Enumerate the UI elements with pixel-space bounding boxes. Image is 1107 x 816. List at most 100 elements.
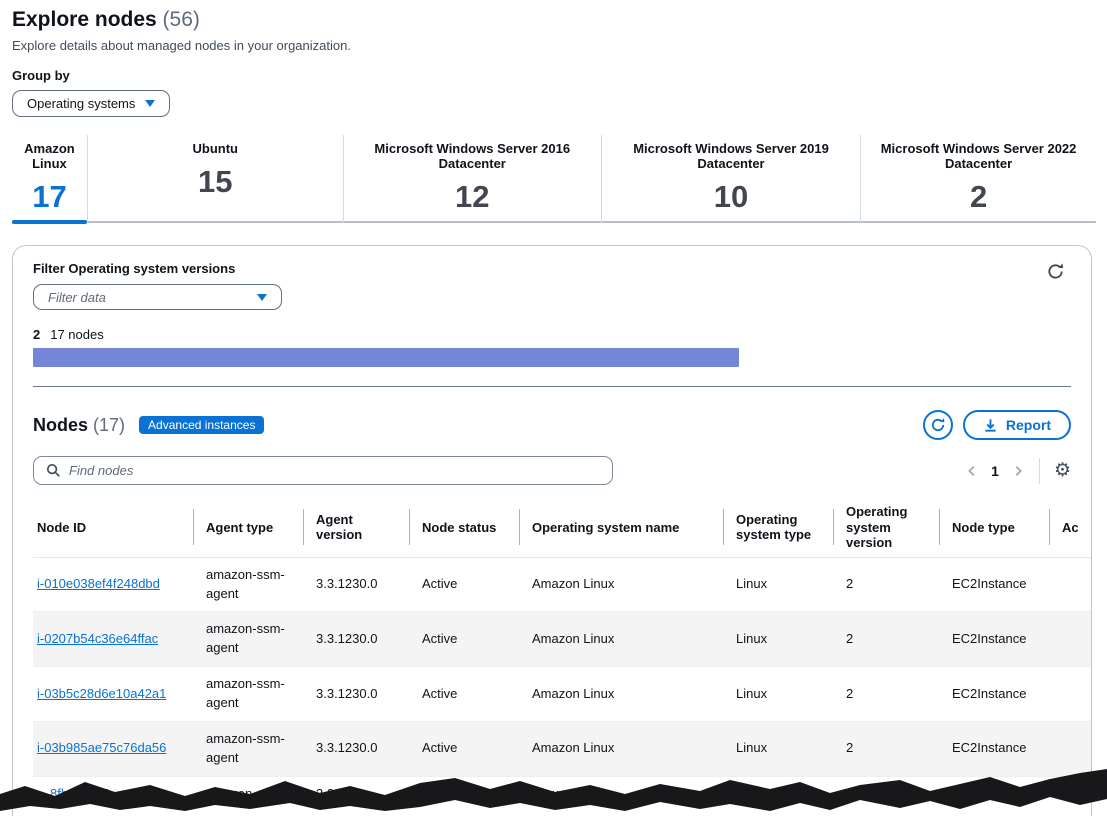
column-header-os_type[interactable]: Operating system type	[723, 498, 833, 557]
os-version-key: 2	[33, 327, 40, 342]
refresh-icon	[930, 417, 946, 433]
cell-account	[1049, 777, 1091, 816]
os-tab-0[interactable]: Amazon Linux 17	[12, 135, 87, 223]
cell-node_status: Active	[409, 722, 519, 776]
os-tab-count: 12	[455, 179, 489, 215]
cell-node_id: …8fbc5…05	[33, 777, 193, 816]
cell-agent_version: 3.3…	[303, 777, 409, 816]
nodes-title: Nodes	[33, 415, 88, 435]
active-tab-underline	[12, 220, 87, 224]
chevron-right-icon	[1011, 464, 1025, 478]
column-header-node_status[interactable]: Node status	[409, 498, 519, 557]
os-version-node-count: 17 nodes	[50, 327, 104, 342]
group-by: Group by Operating systems	[12, 68, 170, 117]
cell-os_name: Amazon Linux	[519, 558, 723, 612]
cell-agent_type: amazon-	[193, 777, 303, 816]
filter-refresh-button[interactable]	[1046, 262, 1065, 284]
os-tab-count: 2	[970, 179, 987, 215]
cell-node_id: i-03b5c28d6e10a42a1	[33, 667, 193, 721]
column-header-agent_type[interactable]: Agent type	[193, 498, 303, 557]
download-icon	[983, 418, 998, 433]
search-input[interactable]	[69, 463, 600, 478]
node-id-link[interactable]: …8fbc5…05	[37, 785, 109, 804]
os-tab-label: Microsoft Windows Server 2016 Datacenter	[344, 141, 601, 171]
table-preferences-button[interactable]: ⚙	[1054, 461, 1071, 480]
page-header: Explore nodes (56) Explore details about…	[12, 8, 351, 53]
cell-os_version: 2	[833, 667, 939, 721]
os-tab-label: Ubuntu	[193, 141, 238, 156]
os-tab-count: 15	[198, 164, 232, 200]
cell-account	[1049, 612, 1091, 666]
os-tab-3[interactable]: Microsoft Windows Server 2019 Datacenter…	[601, 135, 860, 223]
table-row: i-03b5c28d6e10a42a1amazon-ssm-agent3.3.1…	[33, 667, 1091, 722]
cell-os_name: Amazon Linux	[519, 667, 723, 721]
group-by-select[interactable]: Operating systems	[12, 90, 170, 117]
cell-node_id: i-03b985ae75c76da56	[33, 722, 193, 776]
node-id-link[interactable]: i-0207b54c36e64ffac	[37, 630, 158, 649]
column-header-account[interactable]: Ac	[1049, 498, 1091, 557]
group-by-label: Group by	[12, 68, 170, 83]
os-tab-4[interactable]: Microsoft Windows Server 2022 Datacenter…	[860, 135, 1096, 223]
cell-os_version: 2	[833, 558, 939, 612]
cell-agent_type: amazon-ssm-agent	[193, 722, 303, 776]
cell-node_status: Active	[409, 667, 519, 721]
filter-placeholder: Filter data	[48, 290, 106, 305]
cell-os_version: 2	[833, 612, 939, 666]
os-tab-label: Microsoft Windows Server 2022 Datacenter	[861, 141, 1096, 171]
search-icon	[46, 463, 61, 478]
explore-nodes-page: Explore nodes (56) Explore details about…	[0, 0, 1107, 816]
column-header-os_name[interactable]: Operating system name	[519, 498, 723, 557]
group-by-selected-value: Operating systems	[27, 96, 135, 111]
cell-account	[1049, 722, 1091, 776]
cell-agent_version: 3.3.1230.0	[303, 558, 409, 612]
cell-node_status	[409, 777, 519, 816]
table-row: i-010e038ef4f248dbd amazon-ssm-agent3.3.1…	[33, 558, 1091, 613]
filter-data-select[interactable]: Filter data	[33, 284, 282, 310]
cell-node_type: EC2Instance	[939, 612, 1049, 666]
report-button-label: Report	[1006, 417, 1051, 433]
os-tab-strip: Amazon Linux 17 Ubuntu 15 Microsoft Windows …	[12, 135, 1096, 223]
column-header-agent_version[interactable]: Agent version	[303, 498, 409, 557]
find-nodes-search[interactable]	[33, 456, 613, 485]
nodes-card: Filter Operating system versions Filter …	[12, 245, 1092, 816]
cell-os_version: 2	[833, 777, 939, 816]
column-header-node_type[interactable]: Node type	[939, 498, 1049, 557]
report-button[interactable]: Report	[963, 410, 1071, 440]
previous-page-button[interactable]	[965, 464, 979, 478]
cell-os_type	[723, 777, 833, 816]
os-tab-label: Amazon Linux	[12, 141, 87, 171]
toolbar-divider	[1039, 458, 1040, 484]
cell-agent_version: 3.3.1230.0	[303, 612, 409, 666]
os-tab-label: Microsoft Windows Server 2019 Datacenter	[602, 141, 860, 171]
cell-os_name: Amazon Linux	[519, 722, 723, 776]
chevron-left-icon	[965, 464, 979, 478]
os-tab-1[interactable]: Ubuntu 15	[87, 135, 343, 223]
page-title: Explore nodes	[12, 8, 157, 31]
current-page-number[interactable]: 1	[983, 463, 1007, 479]
filter-section: Filter Operating system versions Filter …	[13, 246, 1091, 387]
cell-agent_version: 3.3.1230.0	[303, 722, 409, 776]
cell-node_type: EC2Instance	[939, 722, 1049, 776]
cell-os_name: Amazon Linux	[519, 612, 723, 666]
cell-node_type: EC2Instance	[939, 558, 1049, 612]
table-toolbar: 1 ⚙	[33, 456, 1071, 485]
cell-os_type: Linux	[723, 667, 833, 721]
cell-account	[1049, 667, 1091, 721]
os-version-bar[interactable]	[33, 348, 739, 367]
table-row: i-03b985ae75c76da56 amazon-ssm-agent3.3.1…	[33, 722, 1091, 777]
cell-node_id: i-010e038ef4f248dbd	[33, 558, 193, 612]
gear-icon: ⚙	[1054, 460, 1071, 481]
column-header-os_version[interactable]: Operating system version	[833, 498, 939, 557]
cell-node_type: E…	[939, 777, 1049, 816]
column-header-node_id[interactable]: Node ID	[33, 498, 193, 557]
node-id-link[interactable]: i-03b985ae75c76da56	[37, 739, 166, 758]
os-tab-2[interactable]: Microsoft Windows Server 2016 Datacenter…	[343, 135, 601, 223]
node-id-link[interactable]: i-03b5c28d6e10a42a1	[37, 685, 166, 704]
table-refresh-button[interactable]	[923, 410, 953, 440]
page-title-count: (56)	[163, 8, 200, 31]
cell-agent_type: amazon-ssm-agent	[193, 558, 303, 612]
os-tab-count: 17	[32, 179, 66, 215]
next-page-button[interactable]	[1011, 464, 1025, 478]
node-id-link[interactable]: i-010e038ef4f248dbd	[37, 575, 160, 594]
advanced-instances-badge: Advanced instances	[139, 416, 264, 434]
